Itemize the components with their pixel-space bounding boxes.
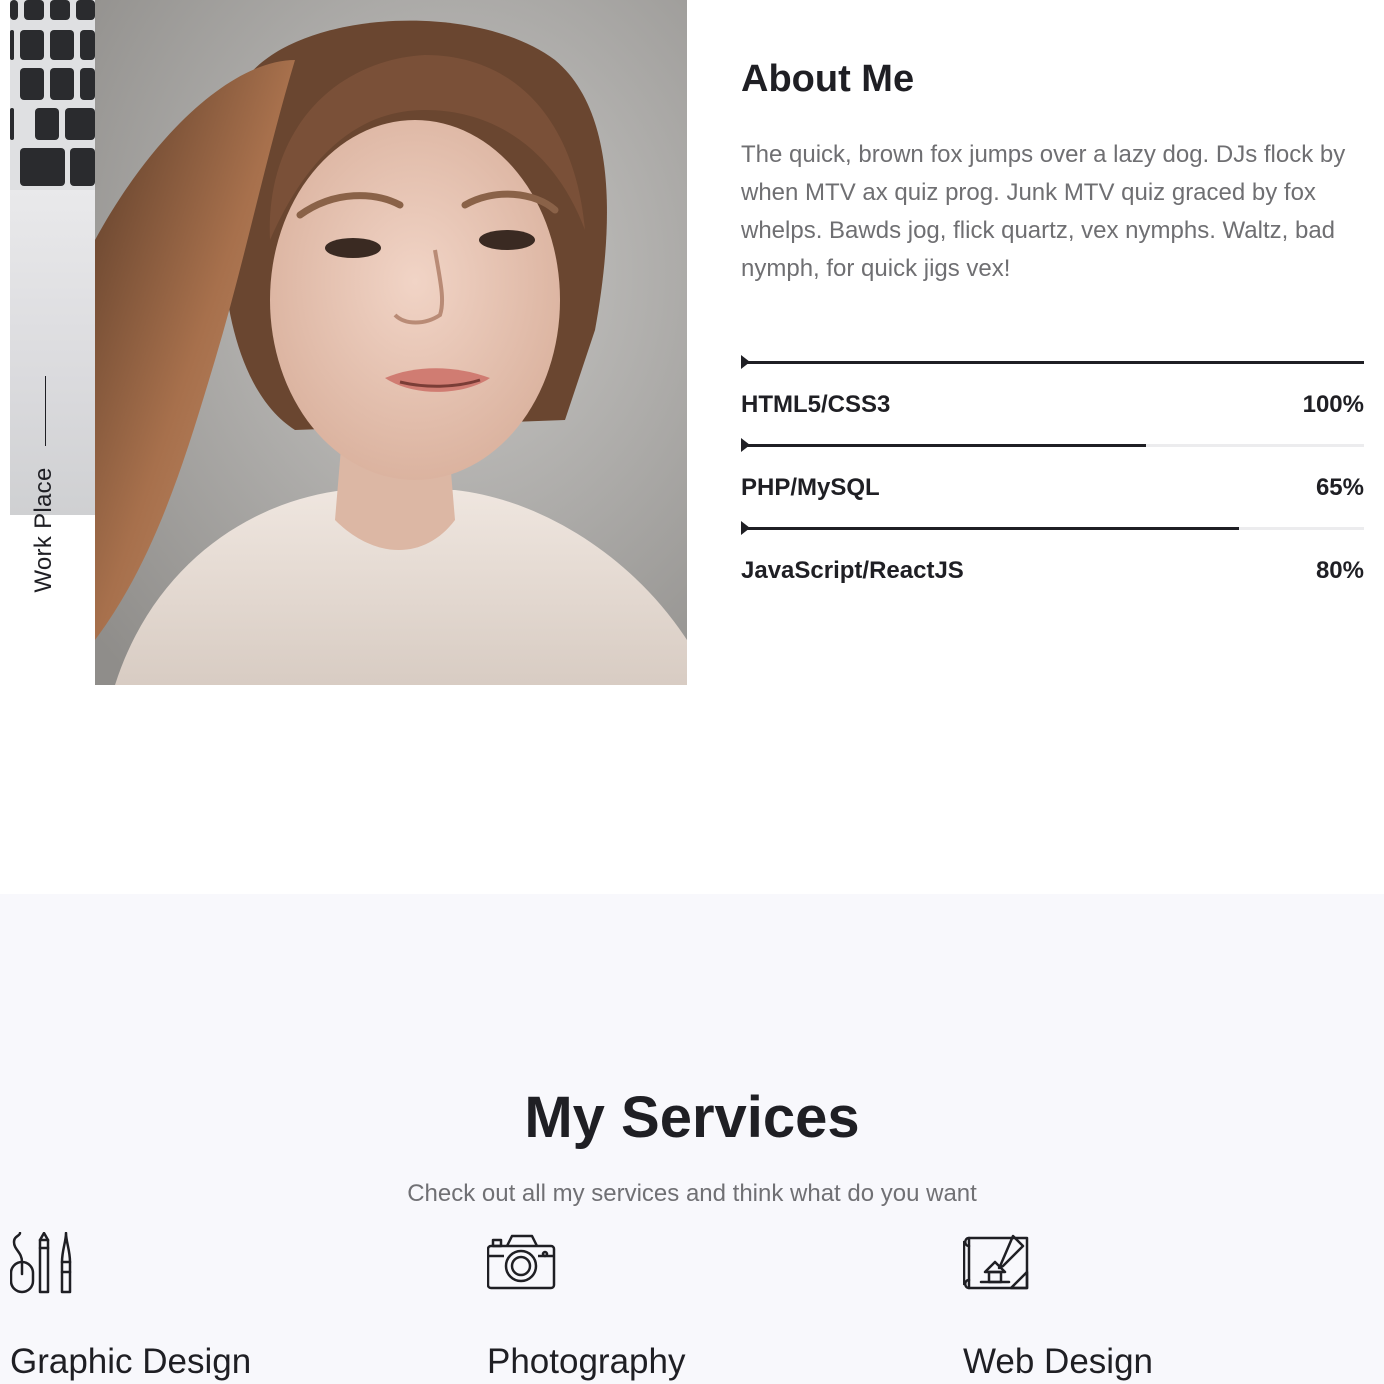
portrait-image — [95, 0, 687, 685]
skill-progress-bar — [741, 438, 1364, 452]
page: Work Place About Me The quick, brown fox… — [0, 0, 1384, 1384]
skill-progress-fill — [741, 444, 1146, 447]
skill-name: PHP/MySQL — [741, 474, 880, 501]
skill-name: HTML5/CSS3 — [741, 391, 891, 418]
skill-percent: 80% — [1315, 557, 1364, 584]
service-name: Graphic Design — [10, 1342, 252, 1381]
service-web-design[interactable]: Web Design — [962, 1232, 1383, 1384]
skill-item-php-mysql: PHP/MySQL 65% — [741, 437, 1364, 520]
about-title: About Me — [741, 58, 915, 100]
keyboard-image — [10, 0, 95, 190]
skill-item-javascript-react: JavaScript/ReactJS 80% — [741, 520, 1364, 603]
skill-progress-bar — [741, 355, 1364, 369]
skill-progress-marker — [741, 438, 750, 452]
skill-percent: 100% — [1302, 391, 1364, 418]
services-section: My Services Check out all my services an… — [0, 894, 1384, 1384]
about-text: The quick, brown fox jumps over a lazy d… — [741, 141, 1346, 282]
service-graphic-design[interactable]: Graphic Design — [9, 1231, 430, 1384]
laptop-body — [10, 190, 95, 515]
workplace-divider — [45, 376, 46, 446]
design-tools-icon — [9, 1231, 80, 1294]
skill-item-html-css: HTML5/CSS3 100% — [741, 354, 1364, 437]
workplace-image — [10, 0, 95, 515]
skill-percent: 65% — [1315, 474, 1364, 501]
skill-progress-marker — [741, 521, 750, 535]
skill-progress-fill — [741, 361, 1364, 364]
skill-name: JavaScript/ReactJS — [741, 557, 964, 584]
about-section: Work Place About Me The quick, brown fox… — [0, 0, 1384, 894]
camera-icon — [486, 1232, 557, 1294]
skill-progress-marker — [741, 355, 750, 369]
service-name: Web Design — [963, 1342, 1154, 1381]
services-title: My Services — [524, 1085, 860, 1150]
blueprint-icon — [962, 1232, 1033, 1294]
portrait-illustration — [95, 0, 687, 685]
skill-progress-fill — [741, 527, 1240, 530]
skills-list: HTML5/CSS3 100% PHP/MySQL 65% JavaScript… — [741, 354, 1364, 603]
skill-progress-bar — [741, 521, 1364, 535]
service-photography[interactable]: Photography — [486, 1232, 907, 1384]
service-name: Photography — [487, 1342, 686, 1381]
workplace-label: Work Place — [30, 467, 57, 593]
services-subtitle: Check out all my services and think what… — [407, 1180, 977, 1207]
